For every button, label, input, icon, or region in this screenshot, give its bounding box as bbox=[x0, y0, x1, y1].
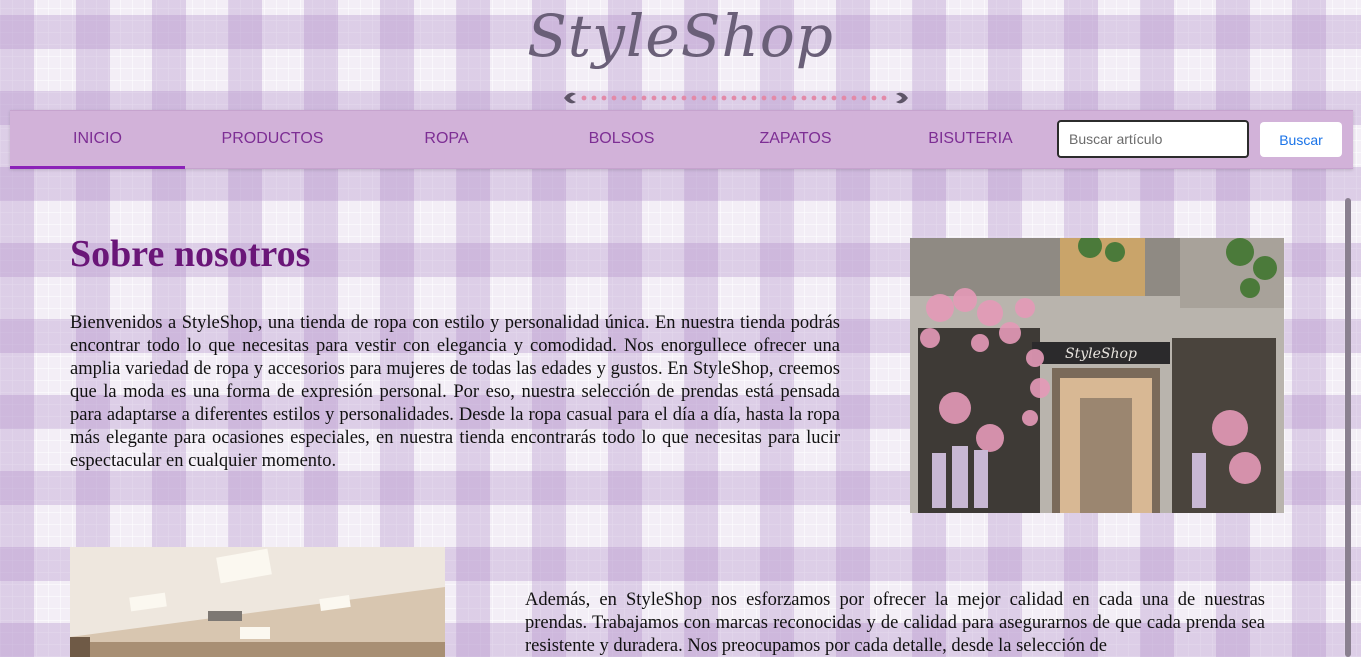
page-title: Sobre nosotros bbox=[70, 233, 311, 275]
store-sign-text: StyleShop bbox=[1065, 346, 1137, 362]
interior-illustration bbox=[70, 547, 445, 657]
main-content: Sobre nosotros Bienvenidos a StyleShop, … bbox=[0, 170, 1343, 657]
nav-item-zapatos[interactable]: ZAPATOS bbox=[708, 111, 883, 169]
storefront-image: StyleShop bbox=[910, 238, 1284, 513]
store-interior-image bbox=[70, 547, 445, 657]
main-navigation: INICIO PRODUCTOS ROPA BOLSOS ZAPATOS BIS… bbox=[10, 110, 1353, 169]
nav-item-bisuteria[interactable]: BISUTERIA bbox=[883, 111, 1058, 169]
ornamental-divider bbox=[564, 92, 908, 104]
nav-item-bolsos[interactable]: BOLSOS bbox=[534, 111, 709, 169]
quality-paragraph: Además, en StyleShop nos esforzamos por … bbox=[525, 590, 1265, 656]
storefront-illustration: StyleShop bbox=[910, 238, 1284, 513]
search-button[interactable]: Buscar bbox=[1260, 122, 1342, 157]
site-header: StyleShop bbox=[0, 0, 1361, 110]
search-input[interactable] bbox=[1057, 120, 1249, 158]
nav-item-ropa[interactable]: ROPA bbox=[359, 111, 534, 169]
site-logo[interactable]: StyleShop bbox=[0, 2, 1361, 70]
nav-item-productos[interactable]: PRODUCTOS bbox=[185, 111, 360, 169]
nav-item-inicio[interactable]: INICIO bbox=[10, 111, 185, 169]
about-paragraph: Bienvenidos a StyleShop, una tienda de r… bbox=[70, 313, 840, 471]
scrollbar-thumb[interactable] bbox=[1345, 198, 1351, 657]
